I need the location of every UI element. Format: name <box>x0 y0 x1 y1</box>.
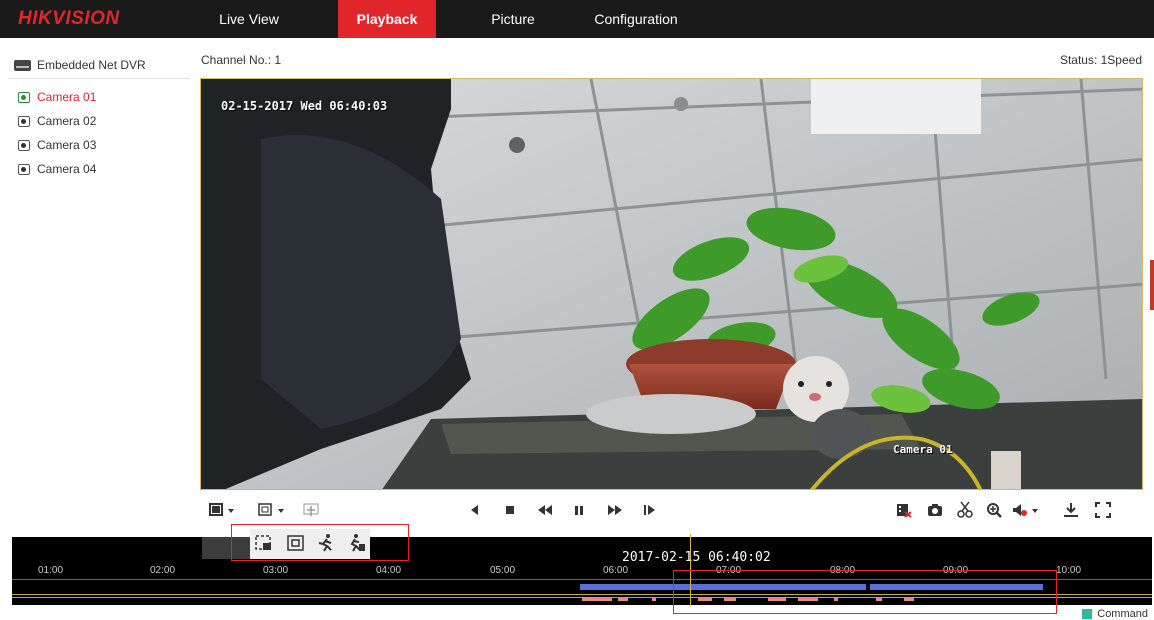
legend-swatch <box>1082 609 1093 619</box>
layout-icon <box>209 503 234 516</box>
video-frame-scene <box>201 79 1142 489</box>
event-marker <box>652 597 656 601</box>
volume-button[interactable] <box>1011 500 1043 520</box>
scroll-indicator <box>1150 260 1154 310</box>
tick-label: 06:00 <box>603 565 629 576</box>
fast-forward-icon <box>608 505 622 515</box>
device-label: Embedded Net DVR <box>37 58 146 72</box>
stop-icon <box>506 506 514 514</box>
clip-video-button[interactable] <box>893 500 915 520</box>
camera-icon <box>18 91 30 103</box>
slow-forward-icon <box>538 505 552 515</box>
clip-video-icon <box>897 504 912 518</box>
camera-label: Camera 01 <box>37 90 97 104</box>
camera-item-04[interactable]: Camera 04 <box>18 162 96 176</box>
fullscreen-button[interactable] <box>1092 500 1114 520</box>
camera-label: Camera 02 <box>37 114 97 128</box>
event-filter-highlight <box>231 524 409 561</box>
reverse-play-button[interactable] <box>466 500 484 520</box>
event-marker <box>582 597 612 601</box>
tick-label: 04:00 <box>376 565 402 576</box>
top-nav-bar: HIKVISION Live View Playback Picture Con… <box>0 0 1154 38</box>
osd-timestamp: 02-15-2017 Wed 06:40:03 <box>221 99 388 113</box>
camera-icon <box>18 139 30 151</box>
tick-label: 03:00 <box>263 565 289 576</box>
camera-item-01[interactable]: Camera 01 <box>18 90 96 104</box>
osd-camera-name: Camera 01 <box>893 443 953 456</box>
tab-live-view[interactable]: Live View <box>212 0 286 38</box>
digital-zoom-button[interactable] <box>983 500 1005 520</box>
digital-zoom-icon <box>987 503 1002 518</box>
tab-configuration[interactable]: Configuration <box>584 0 688 38</box>
reverse-play-icon <box>471 505 478 515</box>
timeline-highlight <box>673 570 1057 614</box>
capture-button[interactable] <box>924 500 946 520</box>
window-select-icon <box>258 503 284 516</box>
tick-label: 02:00 <box>150 565 176 576</box>
brand-logo: HIKVISION <box>18 8 120 29</box>
dvr-icon <box>14 59 31 71</box>
tab-playback[interactable]: Playback <box>338 0 436 38</box>
legend-label: Command <box>1097 608 1148 620</box>
smart-search-button[interactable] <box>300 500 322 520</box>
divider <box>8 78 190 79</box>
capture-icon <box>928 504 942 516</box>
video-player[interactable]: 02-15-2017 Wed 06:40:03 Camera 01 <box>200 78 1143 490</box>
layout-button[interactable] <box>207 500 241 520</box>
fullscreen-icon <box>1095 502 1111 518</box>
download-button[interactable] <box>1060 500 1082 520</box>
cut-button[interactable] <box>954 500 976 520</box>
slow-forward-button[interactable] <box>534 500 556 520</box>
stop-button[interactable] <box>501 500 519 520</box>
camera-label: Camera 03 <box>37 138 97 152</box>
tick-label: 05:00 <box>490 565 516 576</box>
camera-icon <box>18 163 30 175</box>
playback-status: Status: 1Speed <box>1059 53 1142 67</box>
pause-button[interactable] <box>570 500 588 520</box>
device-node[interactable]: Embedded Net DVR <box>14 56 146 74</box>
pause-icon <box>575 506 583 515</box>
single-frame-button[interactable] <box>640 500 660 520</box>
cut-icon <box>957 501 973 518</box>
event-marker <box>618 597 628 601</box>
window-select-button[interactable] <box>256 500 292 520</box>
fast-forward-button[interactable] <box>604 500 626 520</box>
camera-item-02[interactable]: Camera 02 <box>18 114 96 128</box>
tick-label: 10:00 <box>1056 565 1082 576</box>
volume-icon <box>1013 504 1038 516</box>
smart-search-icon <box>303 503 319 516</box>
camera-tree-panel: Embedded Net DVR Camera 01 Camera 02 Cam… <box>0 38 190 533</box>
channel-number: Channel No.: 1 <box>201 53 282 67</box>
tab-picture[interactable]: Picture <box>480 0 546 38</box>
timeline-legend: Command <box>1082 608 1148 620</box>
camera-item-03[interactable]: Camera 03 <box>18 138 96 152</box>
tick-label: 01:00 <box>38 565 64 576</box>
timeline-current-time: 2017-02-15 06:40:02 <box>622 550 771 565</box>
download-icon <box>1064 503 1078 517</box>
camera-icon <box>18 115 30 127</box>
camera-label: Camera 04 <box>37 162 97 176</box>
single-frame-icon <box>644 505 655 515</box>
